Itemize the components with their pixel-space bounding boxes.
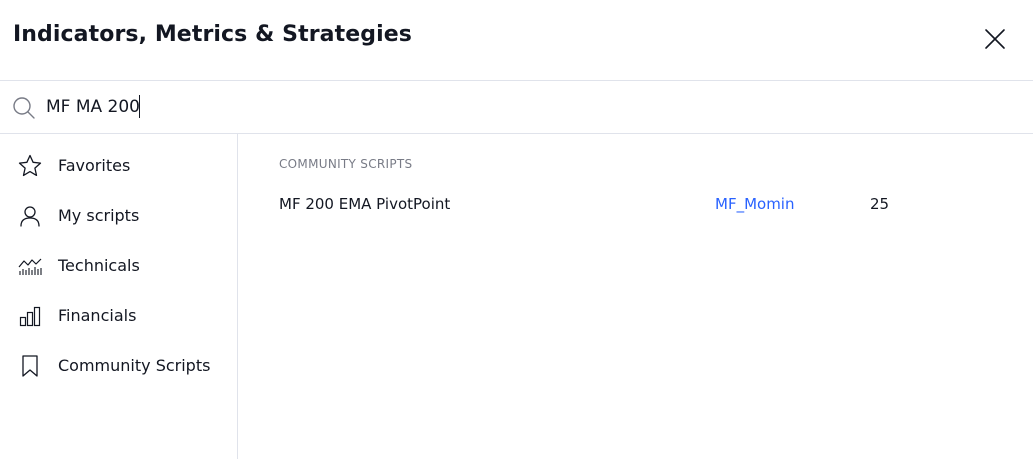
search-input[interactable]: [46, 93, 1006, 121]
script-name: MF 200 EMA PivotPoint: [279, 195, 451, 213]
search-icon: [12, 96, 36, 120]
dialog-title: Indicators, Metrics & Strategies: [13, 22, 412, 47]
bookmark-icon: [22, 355, 38, 377]
sidebar-item-community-scripts[interactable]: Community Scripts: [0, 344, 237, 388]
user-icon: [20, 206, 40, 227]
sidebar-item-label: Favorites: [58, 156, 131, 175]
sidebar-item-financials[interactable]: Financials: [0, 294, 237, 338]
dialog-header: Indicators, Metrics & Strategies: [0, 0, 1033, 81]
author-link[interactable]: MF_Momin: [715, 195, 794, 213]
star-icon: [18, 154, 42, 177]
likes-count: 25: [870, 195, 890, 213]
close-icon: [985, 29, 1005, 49]
results-panel: COMMUNITY SCRIPTS MF 200 EMA PivotPoint …: [238, 134, 1033, 459]
sidebar-item-label: Financials: [58, 306, 137, 325]
text-cursor: [139, 95, 140, 118]
bar-chart-icon: [19, 306, 41, 327]
section-title: COMMUNITY SCRIPTS: [279, 157, 413, 171]
sidebar-item-technicals[interactable]: Technicals: [0, 244, 237, 288]
sidebar-item-my-scripts[interactable]: My scripts: [0, 194, 237, 238]
search-bar: [0, 81, 1033, 134]
category-sidebar: Favorites My scripts Technicals Financia…: [0, 134, 238, 459]
indicators-dialog: Indicators, Metrics & Strategies Favorit…: [0, 0, 1033, 459]
sidebar-item-label: Technicals: [58, 256, 140, 275]
close-button[interactable]: [982, 26, 1008, 52]
sidebar-item-favorites[interactable]: Favorites: [0, 144, 237, 188]
sidebar-item-label: Community Scripts: [58, 356, 211, 375]
sidebar-item-label: My scripts: [58, 206, 140, 225]
result-row[interactable]: MF 200 EMA PivotPoint MF_Momin 25: [238, 186, 1033, 222]
technicals-icon: [18, 258, 42, 275]
